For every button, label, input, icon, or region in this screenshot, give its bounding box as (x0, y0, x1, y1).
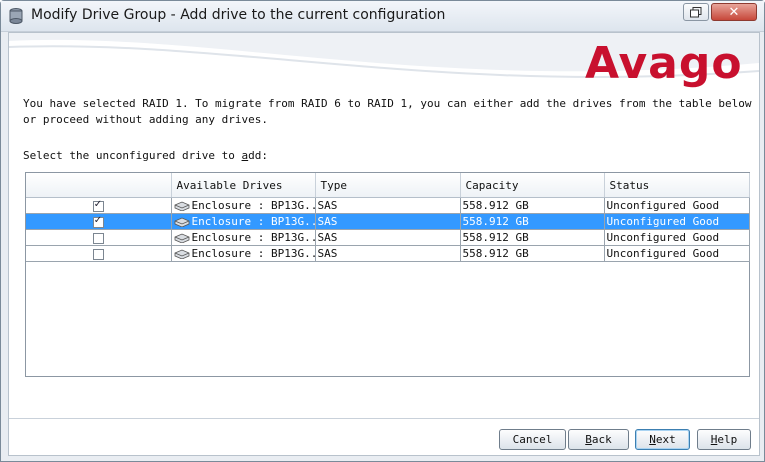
instruction-message: You have selected RAID 1. To migrate fro… (23, 97, 752, 126)
back-button[interactable]: Back (568, 429, 629, 450)
drive-status-cell: Unconfigured Good (604, 229, 750, 246)
drive-checkbox[interactable] (92, 199, 104, 212)
drive-name: Enclosure : BP13G... (191, 247, 315, 260)
drive-name-cell: Enclosure : BP13G... (171, 229, 316, 246)
table-row[interactable]: Enclosure : BP13G...SAS558.912 GBUnconfi… (26, 229, 750, 246)
drive-type-cell: SAS (315, 197, 461, 214)
row-select-cell[interactable] (26, 229, 172, 246)
row-select-cell[interactable] (26, 197, 172, 214)
drive-checkbox[interactable] (92, 232, 104, 244)
restore-button[interactable] (683, 3, 709, 21)
drives-table[interactable]: Available Drives Type Capacity Status En… (25, 172, 750, 377)
title-bar[interactable]: Modify Drive Group - Add drive to the cu… (1, 1, 764, 32)
next-button-label: ext (655, 433, 676, 446)
drive-type-cell: SAS (315, 229, 461, 246)
next-button[interactable]: Next (635, 429, 690, 450)
table-row[interactable]: Enclosure : BP13G...SAS558.912 GBUnconfi… (26, 245, 750, 262)
column-header-available-drives[interactable]: Available Drives (171, 173, 316, 198)
column-header-status[interactable]: Status (604, 173, 750, 198)
logo-text: Avago (585, 38, 743, 89)
drive-name: Enclosure : BP13G... (191, 215, 315, 228)
help-button-accelerator: H (710, 433, 718, 446)
select-label-text: Select the unconfigured drive to (23, 149, 242, 162)
cancel-button-label: Cancel (512, 433, 553, 446)
header-banner: Avago (9, 33, 759, 93)
drive-name-cell: Enclosure : BP13G... (171, 197, 316, 214)
column-header-type[interactable]: Type (315, 173, 461, 198)
table-row[interactable]: Enclosure : BP13G...SAS558.912 GBUnconfi… (26, 213, 750, 230)
drive-capacity-cell: 558.912 GB (460, 229, 605, 246)
drive-name: Enclosure : BP13G... (191, 199, 315, 212)
drive-status-cell: Unconfigured Good (604, 213, 750, 230)
table-header-row: Available Drives Type Capacity Status (26, 173, 750, 198)
select-label-suffix: dd: (248, 149, 269, 162)
back-button-label: ack (591, 433, 612, 446)
dialog-content: Avago You have selected RAID 1. To migra… (8, 32, 760, 456)
row-select-cell[interactable] (26, 245, 172, 262)
drive-capacity-cell: 558.912 GB (460, 197, 605, 214)
table-row[interactable]: Enclosure : BP13G...SAS558.912 GBUnconfi… (26, 197, 750, 214)
footer-divider (9, 418, 759, 419)
hard-drive-icon (174, 249, 189, 259)
avago-logo: Avago (585, 39, 743, 89)
restore-icon (690, 6, 702, 17)
close-button[interactable]: ✕ (711, 3, 757, 21)
drive-status-cell: Unconfigured Good (604, 245, 750, 262)
hard-drive-icon (174, 201, 189, 211)
drive-name: Enclosure : BP13G... (191, 231, 315, 244)
drive-name-cell: Enclosure : BP13G... (171, 245, 316, 262)
row-select-cell[interactable] (26, 213, 172, 230)
column-header-capacity[interactable]: Capacity (460, 173, 605, 198)
dialog-window: Modify Drive Group - Add drive to the cu… (0, 0, 765, 462)
drive-type-cell: SAS (315, 245, 461, 262)
close-icon: ✕ (728, 4, 740, 20)
drive-capacity-cell: 558.912 GB (460, 245, 605, 262)
drive-type-cell: SAS (315, 213, 461, 230)
drive-name-cell: Enclosure : BP13G... (171, 213, 316, 230)
drive-checkbox[interactable] (92, 215, 104, 228)
database-app-icon (9, 8, 23, 24)
select-drive-label: Select the unconfigured drive to add: (23, 149, 268, 162)
help-button-label: elp (717, 433, 738, 446)
drive-capacity-cell: 558.912 GB (460, 213, 605, 230)
hard-drive-icon (174, 233, 189, 243)
drive-checkbox[interactable] (92, 248, 104, 260)
back-button-accelerator: B (585, 433, 592, 446)
drive-status-cell: Unconfigured Good (604, 197, 750, 214)
window-title: Modify Drive Group - Add drive to the cu… (31, 7, 446, 23)
hard-drive-icon (174, 217, 189, 227)
next-button-accelerator: N (649, 433, 656, 446)
cancel-button[interactable]: Cancel (499, 429, 566, 450)
column-header-select[interactable] (26, 173, 172, 198)
help-button[interactable]: Help (697, 429, 751, 450)
